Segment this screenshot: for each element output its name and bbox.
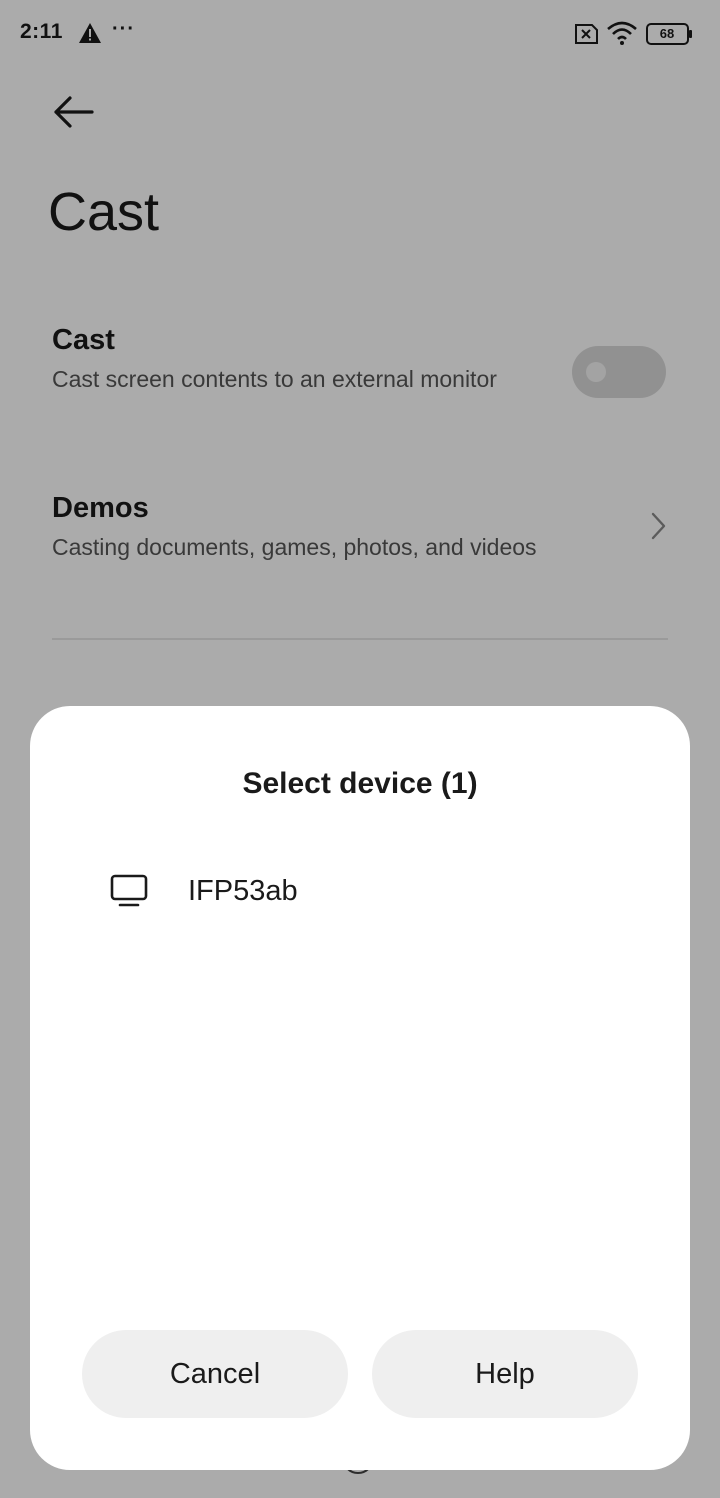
dialog-title: Select device (1) — [242, 767, 478, 800]
device-name: IFP53ab — [188, 875, 298, 907]
device-list-item[interactable]: IFP53ab — [90, 856, 630, 926]
cancel-button[interactable]: Cancel — [82, 1330, 348, 1418]
select-device-dialog: Select device (1) IFP53ab Cancel Help — [30, 706, 690, 1470]
monitor-icon — [110, 874, 148, 907]
cast-settings-screen: 2:11 ··· 68 Cast Cast Cast screen conten… — [0, 0, 720, 1498]
help-button[interactable]: Help — [372, 1330, 638, 1418]
